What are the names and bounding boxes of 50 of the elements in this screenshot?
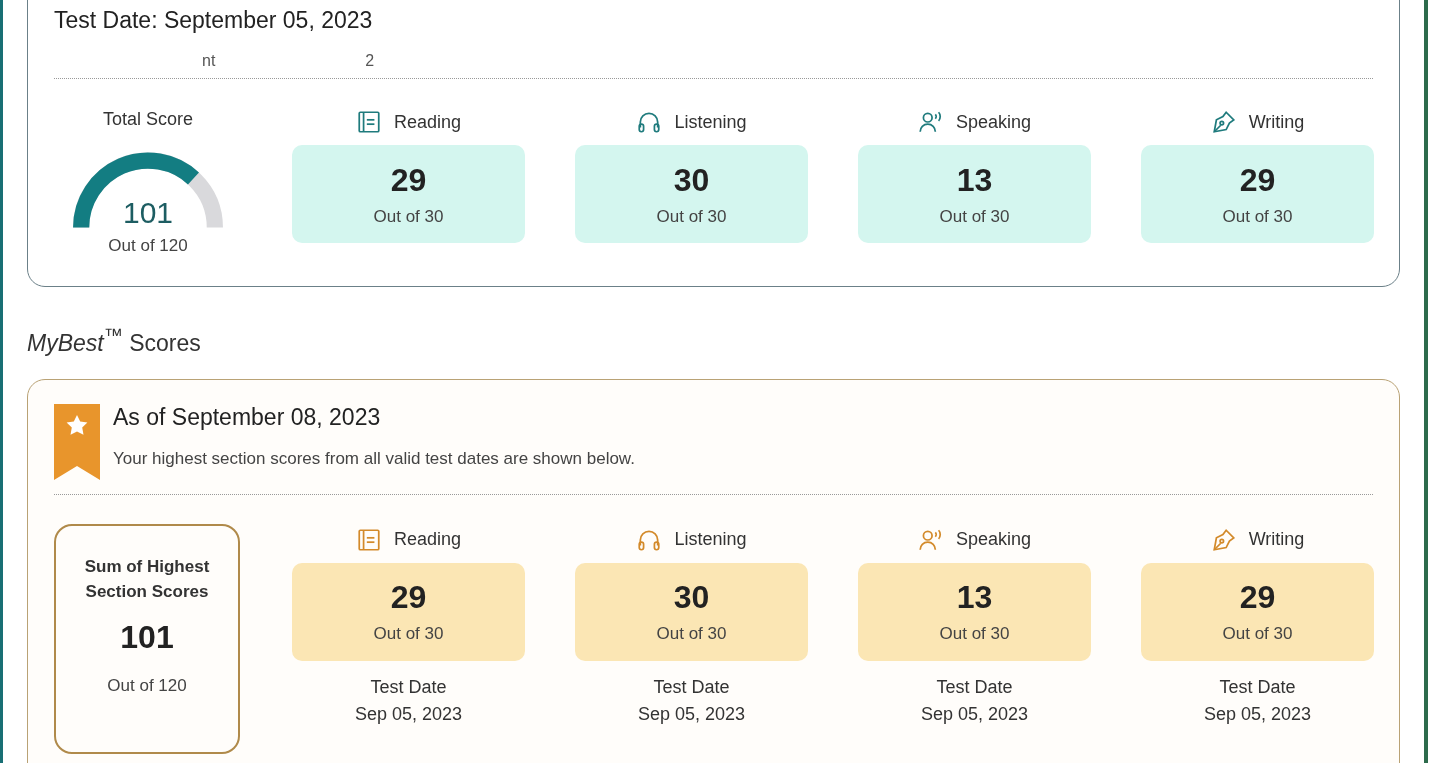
- mybest-description: Your highest section scores from all valid test dates are shown below.: [113, 448, 635, 469]
- section-name: Listening: [674, 529, 747, 551]
- section-name: Writing: [1248, 529, 1305, 551]
- section-out-of: Out of 30: [373, 206, 444, 227]
- test-date-value: Sep 05, 2023: [1203, 703, 1312, 725]
- mybest-heading: MyBest$^{™}$ Scores: [27, 325, 202, 357]
- ribbon-star-icon: [54, 403, 100, 480]
- section-score: 29: [1239, 579, 1276, 617]
- sum-label: Sum of Highest Section Scores: [83, 555, 211, 604]
- total-score-label: Total Score: [102, 109, 193, 130]
- pen-nib-icon: [1210, 526, 1237, 553]
- test-date-label: Test Date: [1219, 676, 1296, 698]
- section-out-of: Out of 30: [1222, 624, 1293, 645]
- redacted-text: nt: [202, 52, 216, 71]
- section-out-of: Out of 30: [939, 206, 1010, 227]
- section-score: 29: [390, 161, 427, 199]
- book-icon: [355, 526, 382, 553]
- section-out-of: Out of 30: [1222, 206, 1293, 227]
- mybest-date-title: As of September 08, 2023: [113, 403, 382, 431]
- section-score: 29: [390, 579, 427, 617]
- total-out-of: Out of 120: [108, 236, 188, 256]
- redacted-text: 2: [365, 52, 375, 71]
- speaking-person-icon: [917, 109, 944, 135]
- total-score: 101: [121, 196, 175, 230]
- section-score: 29: [1239, 161, 1276, 199]
- section-name: Reading: [393, 529, 462, 551]
- test-date-label: Test Date: [936, 676, 1013, 698]
- section-name: Listening: [674, 111, 747, 133]
- sum-out-of: Out of 120: [107, 675, 187, 696]
- section-score: 13: [956, 579, 993, 617]
- section-name: Writing: [1248, 111, 1305, 133]
- section-score: 30: [673, 161, 710, 199]
- section-name: Speaking: [955, 111, 1032, 133]
- test-date-value: Sep 05, 2023: [637, 703, 746, 725]
- book-icon: [355, 109, 382, 135]
- section-out-of: Out of 30: [656, 624, 727, 645]
- section-name: Speaking: [955, 529, 1032, 551]
- test-date-label: Test Date: [370, 676, 447, 698]
- section-out-of: Out of 30: [939, 624, 1010, 645]
- test-date-value: Sep 05, 2023: [354, 703, 463, 725]
- test-date-label: Test Date: [653, 676, 730, 698]
- test-date-title: Test Date: September 05, 2023: [54, 7, 374, 34]
- section-score: 13: [956, 161, 993, 199]
- sum-score: 101: [120, 618, 174, 656]
- test-date-value: Sep 05, 2023: [920, 703, 1029, 725]
- section-score: 30: [673, 579, 710, 617]
- section-out-of: Out of 30: [656, 206, 727, 227]
- section-name: Reading: [393, 111, 462, 133]
- pen-nib-icon: [1210, 109, 1237, 135]
- section-out-of: Out of 30: [373, 624, 444, 645]
